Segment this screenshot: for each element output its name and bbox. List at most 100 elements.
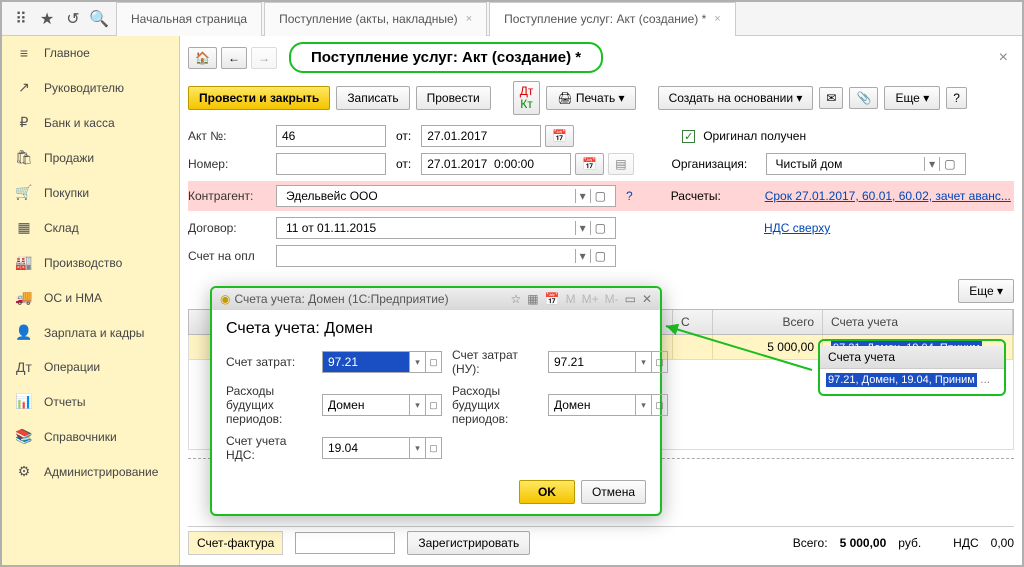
contractor-label: Контрагент: (188, 189, 272, 203)
date2-input[interactable] (421, 153, 571, 175)
chevron-down-icon[interactable]: ▾ (575, 221, 590, 235)
calc-icon[interactable]: ▦ (527, 292, 538, 306)
chevron-down-icon[interactable]: ▾ (575, 249, 590, 263)
payment-acc-input[interactable]: ▾▢ (276, 245, 616, 267)
post-close-button[interactable]: Провести и закрыть (188, 86, 330, 110)
print-button[interactable]: 🖨 Печать ▾ (546, 86, 635, 110)
register-button[interactable]: Зарегистрировать (407, 531, 530, 555)
expense-nu-input[interactable]: 97.21▾▢ (548, 351, 668, 373)
m-minus-icon[interactable]: M- (605, 292, 619, 306)
sidebar-item-main[interactable]: ≡Главное (2, 36, 179, 70)
original-label: Оригинал получен (703, 129, 806, 143)
factory-icon: 🏭 (14, 254, 34, 271)
window-icon[interactable]: ▭ (625, 292, 636, 306)
chevron-down-icon[interactable]: ▾ (924, 157, 939, 171)
payment-acc-label: Счет на опл (188, 249, 272, 263)
open-icon[interactable]: ▢ (651, 395, 667, 415)
calendar-icon[interactable]: 📅 (575, 153, 604, 175)
open-icon[interactable]: ▢ (590, 189, 610, 203)
m-icon[interactable]: M (566, 292, 576, 306)
doc-icon[interactable]: ▤ (608, 153, 633, 175)
sidebar-item-os[interactable]: 🚚ОС и НМА (2, 280, 179, 315)
open-icon[interactable]: ▢ (590, 249, 610, 263)
open-icon[interactable]: ▢ (651, 352, 667, 372)
org-input[interactable]: Чистый дом▾▢ (766, 153, 966, 175)
total-value: 5 000,00 (840, 536, 887, 550)
chevron-down-icon[interactable]: ▾ (635, 352, 651, 372)
tab-receipt[interactable]: Поступление (акты, накладные)× (264, 2, 487, 36)
act-no-input[interactable] (276, 125, 386, 147)
number-input[interactable] (276, 153, 386, 175)
cart-icon: 🛒 (14, 184, 34, 201)
open-icon[interactable]: ▢ (425, 438, 441, 458)
tab-services[interactable]: Поступление услуг: Акт (создание) *× (489, 2, 736, 36)
search-icon[interactable]: 🔍 (86, 6, 112, 32)
future-input[interactable]: Домен▾▢ (322, 394, 442, 416)
fav-icon[interactable]: ☆ (511, 292, 522, 306)
home-button[interactable]: 🏠 (188, 47, 217, 69)
back-button[interactable]: ← (221, 47, 247, 69)
open-icon[interactable]: ▢ (425, 395, 441, 415)
sidebar-item-admin[interactable]: ⚙Администрирование (2, 454, 179, 489)
cal-icon[interactable]: 📅 (545, 292, 560, 306)
sidebar-item-refs[interactable]: 📚Справочники (2, 419, 179, 454)
sidebar-item-bank[interactable]: ₽Банк и касса (2, 105, 179, 140)
more-table-button[interactable]: Еще ▾ (958, 279, 1014, 303)
attach-button[interactable]: 📎 (849, 87, 878, 109)
more-button[interactable]: Еще ▾ (884, 86, 940, 110)
ok-button[interactable]: OK (519, 480, 575, 504)
calc-label: Расчеты: (671, 189, 761, 203)
write-button[interactable]: Записать (336, 86, 409, 110)
mail-button[interactable]: ✉ (819, 87, 843, 109)
sidebar-item-purchases[interactable]: 🛒Покупки (2, 175, 179, 210)
chevron-down-icon[interactable]: ▾ (409, 395, 425, 415)
sidebar-item-reports[interactable]: 📊Отчеты (2, 384, 179, 419)
vat-acc-input[interactable]: 19.04▾▢ (322, 437, 442, 459)
calendar-icon[interactable]: 📅 (545, 125, 574, 147)
vat-link[interactable]: НДС сверху (764, 221, 830, 235)
menu-icon: ≡ (14, 45, 34, 61)
sidebar-item-manager[interactable]: ↗Руководителю (2, 70, 179, 105)
help-link[interactable]: ? (626, 189, 633, 203)
open-icon[interactable]: ▢ (590, 221, 610, 235)
history-icon[interactable]: ↺ (60, 6, 86, 32)
date1-input[interactable] (421, 125, 541, 147)
app-icon: ◉ (220, 292, 230, 306)
dtkr-button[interactable]: ДтКт (513, 81, 541, 115)
sidebar-item-warehouse[interactable]: ▦Склад (2, 210, 179, 245)
callout-value[interactable]: 97.21, Домен, 19.04, Приним (826, 373, 977, 387)
help-button[interactable]: ? (946, 87, 967, 109)
forward-button[interactable]: → (251, 47, 277, 69)
calc-link[interactable]: Срок 27.01.2017, 60.01, 60.02, зачет ава… (765, 189, 1011, 203)
cancel-button[interactable]: Отмена (581, 480, 646, 504)
expense-acc-input[interactable]: 97.21▾▢ (322, 351, 442, 373)
sidebar-item-production[interactable]: 🏭Производство (2, 245, 179, 280)
sidebar-item-salary[interactable]: 👤Зарплата и кадры (2, 315, 179, 350)
apps-icon[interactable]: ⠿ (8, 6, 34, 32)
chevron-down-icon[interactable]: ▾ (409, 352, 425, 372)
contract-input[interactable]: 11 от 01.11.2015▾▢ (276, 217, 616, 239)
close-icon[interactable]: × (714, 13, 720, 25)
contractor-input[interactable]: Эдельвейс ООО▾▢ (276, 185, 616, 207)
sidebar-item-sales[interactable]: 🛍Продажи (2, 140, 179, 175)
expense-nu-label: Счет затрат (НУ): (452, 348, 538, 376)
chevron-down-icon[interactable]: ▾ (575, 189, 590, 203)
open-icon[interactable]: ▢ (939, 157, 959, 171)
star-icon[interactable]: ★ (34, 6, 60, 32)
chevron-down-icon[interactable]: ▾ (409, 438, 425, 458)
close-icon[interactable]: × (466, 13, 472, 25)
person-icon: 👤 (14, 324, 34, 341)
gear-icon: ⚙ (14, 463, 34, 480)
chevron-down-icon[interactable]: ▾ (635, 395, 651, 415)
sidebar-item-operations[interactable]: ДтОперации (2, 350, 179, 384)
open-icon[interactable]: ▢ (425, 352, 441, 372)
m-plus-icon[interactable]: M+ (582, 292, 599, 306)
close-page-icon[interactable]: × (993, 49, 1014, 67)
invoice-input[interactable] (295, 532, 395, 554)
tab-home[interactable]: Начальная страница (116, 2, 262, 36)
create-based-button[interactable]: Создать на основании ▾ (658, 86, 814, 110)
future-input2[interactable]: Домен▾▢ (548, 394, 668, 416)
post-button[interactable]: Провести (416, 86, 491, 110)
close-dialog-icon[interactable]: ✕ (642, 292, 652, 306)
original-checkbox[interactable]: ✓ (682, 130, 695, 143)
